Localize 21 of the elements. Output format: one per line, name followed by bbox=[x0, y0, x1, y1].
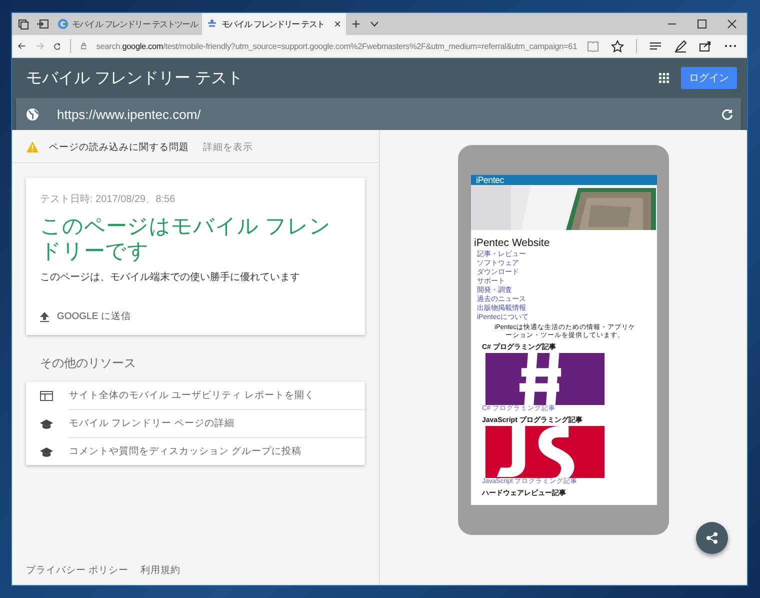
submit-to-google-button[interactable]: GOOGLE に送信 bbox=[40, 310, 131, 323]
browser-tab[interactable]: モバイル フレンドリー テストツール bbox=[53, 13, 202, 35]
site-title: iPentec Website bbox=[474, 237, 551, 249]
test-timestamp: テスト日時: 2017/08/29、8:56 bbox=[40, 192, 176, 206]
warning-text: ページの読み込みに関する問題 bbox=[49, 140, 189, 154]
resource-link[interactable]: モバイル フレンドリー ページの詳細 bbox=[26, 410, 365, 437]
address-bar[interactable]: search.google.com/test/mobile-friendly?utm_source=support.google.com%2Fwebmasters%2F&utm_medium=referral&utm_campaign=61 bbox=[96, 42, 577, 50]
new-tab-button[interactable]: + bbox=[346, 16, 366, 32]
site-logo[interactable]: iPentec bbox=[471, 175, 657, 185]
login-button[interactable]: ログイン bbox=[681, 67, 737, 89]
app-title: モバイル フレンドリー テスト bbox=[26, 68, 243, 88]
result-description: このページは、モバイル端末での使い勝手に優れています bbox=[40, 270, 301, 284]
result-headline: このページはモバイル フレンドリーです bbox=[40, 214, 332, 264]
section-title: その他のリソース bbox=[40, 355, 137, 372]
tab-close-button[interactable]: × bbox=[334, 17, 341, 31]
resource-link[interactable]: コメントや質問をディスカッション グループに投稿 bbox=[26, 438, 365, 465]
browser-tab[interactable]: モバイル フレンドリー テスト × bbox=[202, 13, 346, 35]
resource-link[interactable]: サイト全体のモバイル ユーザビリティ レポートを開く bbox=[26, 382, 365, 409]
footer-link[interactable]: プライバシー ポリシー bbox=[26, 564, 129, 577]
url-input-field[interactable]: https://www.ipentec.com/ bbox=[16, 98, 741, 130]
footer-link[interactable]: 利用規約 bbox=[140, 564, 181, 577]
